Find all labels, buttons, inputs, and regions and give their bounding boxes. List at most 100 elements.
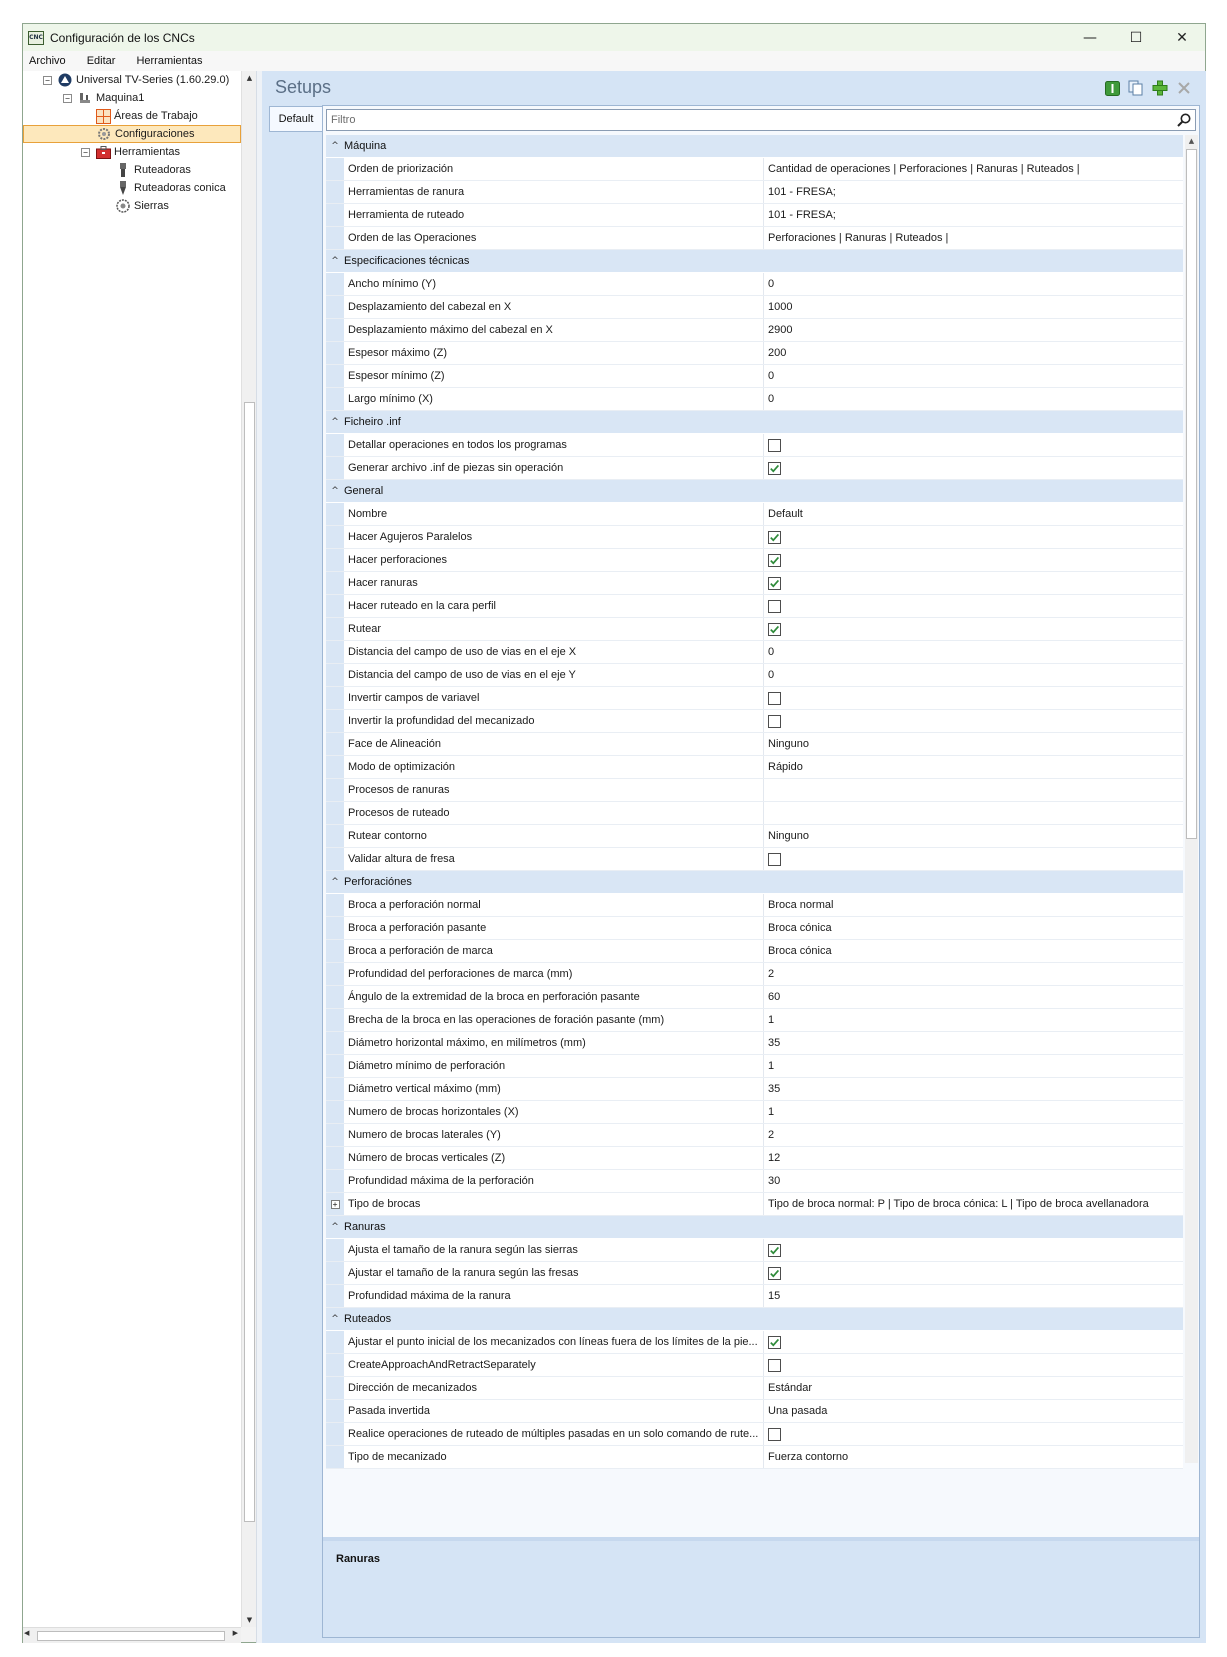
property-value[interactable]: Cantidad de operaciones | Perforaciones … — [764, 158, 1183, 180]
property-row[interactable]: Broca a perforación normal Broca normal — [326, 894, 1183, 917]
property-value[interactable]: Broca normal — [764, 894, 1183, 916]
property-value-cell[interactable] — [764, 1331, 1183, 1353]
property-value[interactable]: Default — [764, 503, 1183, 525]
property-row[interactable]: Rutear contorno Ninguno — [326, 825, 1183, 848]
property-row[interactable]: Ajustar el tamaño de la ranura según las… — [326, 1262, 1183, 1285]
property-value[interactable]: 35 — [764, 1032, 1183, 1054]
property-value[interactable]: Perforaciones | Ranuras | Ruteados | — [764, 227, 1183, 249]
set-default-icon[interactable] — [1104, 80, 1120, 96]
property-row[interactable]: Distancia del campo de uso de vias en el… — [326, 664, 1183, 687]
property-value[interactable]: 101 - FRESA; — [764, 204, 1183, 226]
scrollbar-thumb[interactable] — [37, 1631, 225, 1641]
property-row[interactable]: Desplazamiento del cabezal en X 1000 — [326, 296, 1183, 319]
property-value[interactable]: 1 — [764, 1009, 1183, 1031]
property-row[interactable]: Hacer Agujeros Paralelos — [326, 526, 1183, 549]
property-value[interactable]: Ninguno — [764, 825, 1183, 847]
property-value[interactable]: 0 — [764, 273, 1183, 295]
chevron-up-icon[interactable]: ^ — [326, 486, 344, 496]
property-row[interactable]: Diámetro vertical máximo (mm) 35 — [326, 1078, 1183, 1101]
category-row[interactable]: ^ Perforaciónes — [326, 871, 1183, 894]
property-row[interactable]: Generar archivo .inf de piezas sin opera… — [326, 457, 1183, 480]
property-value[interactable]: 0 — [764, 365, 1183, 387]
property-row[interactable]: Profundidad del perforaciones de marca (… — [326, 963, 1183, 986]
property-row[interactable]: Modo de optimización Rápido — [326, 756, 1183, 779]
property-value[interactable]: Una pasada — [764, 1400, 1183, 1422]
property-value[interactable] — [764, 802, 1183, 824]
chevron-up-icon[interactable]: ^ — [326, 1314, 344, 1324]
chevron-up-icon[interactable]: ^ — [326, 1222, 344, 1232]
search-icon[interactable] — [1177, 113, 1191, 130]
property-value[interactable]: 2 — [764, 1124, 1183, 1146]
scroll-down-arrow-icon[interactable]: ▼ — [242, 1613, 257, 1627]
property-value[interactable]: 15 — [764, 1285, 1183, 1307]
checkbox-checked[interactable] — [768, 1243, 781, 1257]
checkbox-unchecked[interactable] — [768, 1358, 781, 1372]
scroll-right-arrow-icon[interactable]: ▶ — [233, 1629, 238, 1637]
property-row[interactable]: CreateApproachAndRetractSeparately — [326, 1354, 1183, 1377]
tree-item-maquina1[interactable]: − Maquina1 — [63, 89, 144, 107]
property-row[interactable]: Distancia del campo de uso de vias en el… — [326, 641, 1183, 664]
property-row[interactable]: Invertir campos de variavel — [326, 687, 1183, 710]
property-row[interactable]: Orden de las Operaciones Perforaciones | … — [326, 227, 1183, 250]
tree-item-ruteadoras[interactable]: Ruteadoras — [115, 161, 191, 179]
property-row[interactable]: Procesos de ruteado — [326, 802, 1183, 825]
property-value[interactable]: Rápido — [764, 756, 1183, 778]
property-value-cell[interactable] — [764, 1239, 1183, 1261]
scroll-up-arrow-icon[interactable]: ▲ — [242, 71, 257, 85]
property-value-cell[interactable] — [764, 1423, 1183, 1445]
property-row[interactable]: Ajustar el punto inicial de los mecaniza… — [326, 1331, 1183, 1354]
property-row[interactable]: Espesor mínimo (Z) 0 — [326, 365, 1183, 388]
property-row[interactable]: Herramientas de ranura 101 - FRESA; — [326, 181, 1183, 204]
property-row[interactable]: Validar altura de fresa — [326, 848, 1183, 871]
property-row[interactable]: Diámetro mínimo de perforación 1 — [326, 1055, 1183, 1078]
property-row[interactable]: Ancho mínimo (Y) 0 — [326, 273, 1183, 296]
collapse-icon[interactable]: − — [43, 75, 52, 85]
property-row[interactable]: Hacer perforaciones — [326, 549, 1183, 572]
property-value[interactable]: 30 — [764, 1170, 1183, 1192]
property-value[interactable]: 0 — [764, 388, 1183, 410]
property-value[interactable]: Tipo de broca normal: P | Tipo de broca … — [764, 1193, 1183, 1215]
checkbox-unchecked[interactable] — [768, 714, 781, 728]
property-row[interactable]: + Tipo de brocas Tipo de broca normal: P |… — [326, 1193, 1183, 1216]
menu-editar[interactable]: Editar — [87, 55, 116, 67]
property-row[interactable]: Rutear — [326, 618, 1183, 641]
property-row[interactable]: Face de Alineación Ninguno — [326, 733, 1183, 756]
property-row[interactable]: Espesor máximo (Z) 200 — [326, 342, 1183, 365]
checkbox-checked[interactable] — [768, 553, 781, 567]
property-value-cell[interactable] — [764, 526, 1183, 548]
property-value-cell[interactable] — [764, 848, 1183, 870]
property-row[interactable]: Diámetro horizontal máximo, en milímetro… — [326, 1032, 1183, 1055]
minimize-button[interactable]: — — [1067, 24, 1113, 51]
property-value[interactable]: Broca cónica — [764, 940, 1183, 962]
property-row[interactable]: Orden de priorización Cantidad de operaci… — [326, 158, 1183, 181]
checkbox-unchecked[interactable] — [768, 438, 781, 452]
checkbox-checked[interactable] — [768, 622, 781, 636]
checkbox-checked[interactable] — [768, 1335, 781, 1349]
property-row[interactable]: Hacer ruteado en la cara perfil — [326, 595, 1183, 618]
property-value[interactable]: 12 — [764, 1147, 1183, 1169]
tree-horizontal-scrollbar[interactable]: ◀ ▶ — [23, 1627, 241, 1643]
property-row[interactable]: Ángulo de la extremidad de la broca en p… — [326, 986, 1183, 1009]
scrollbar-thumb[interactable] — [1186, 149, 1197, 839]
property-value[interactable]: 2900 — [764, 319, 1183, 341]
checkbox-unchecked[interactable] — [768, 691, 781, 705]
category-row[interactable]: ^ Especificaciones técnicas — [326, 250, 1183, 273]
expand-icon[interactable]: + — [330, 1199, 340, 1209]
category-row[interactable]: ^ General — [326, 480, 1183, 503]
menu-archivo[interactable]: Archivo — [29, 55, 66, 67]
checkbox-checked[interactable] — [768, 530, 781, 544]
property-value-cell[interactable] — [764, 595, 1183, 617]
property-value-cell[interactable] — [764, 710, 1183, 732]
property-value-cell[interactable] — [764, 687, 1183, 709]
category-row[interactable]: ^ Ranuras — [326, 1216, 1183, 1239]
property-value[interactable]: Estándar — [764, 1377, 1183, 1399]
property-row[interactable]: Herramienta de ruteado 101 - FRESA; — [326, 204, 1183, 227]
property-value[interactable]: 1 — [764, 1055, 1183, 1077]
add-icon[interactable] — [1152, 80, 1168, 96]
checkbox-unchecked[interactable] — [768, 599, 781, 613]
property-row[interactable]: Broca a perforación pasante Broca cónica — [326, 917, 1183, 940]
property-row[interactable]: Brecha de la broca en las operaciones de… — [326, 1009, 1183, 1032]
property-value-cell[interactable] — [764, 618, 1183, 640]
property-value-cell[interactable] — [764, 572, 1183, 594]
property-row[interactable]: Ajusta el tamaño de la ranura según las … — [326, 1239, 1183, 1262]
